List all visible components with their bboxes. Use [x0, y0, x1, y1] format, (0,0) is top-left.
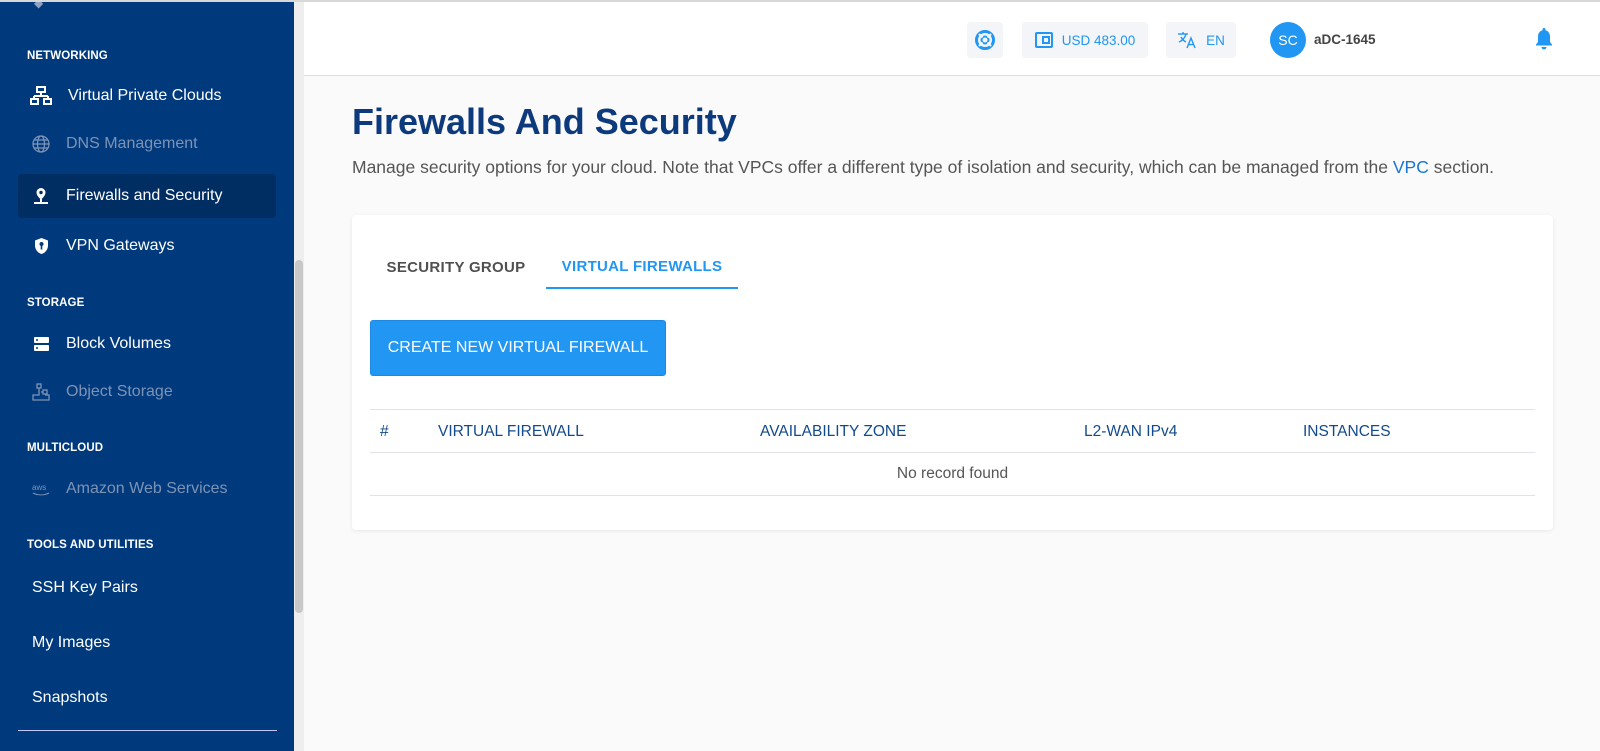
- page-description: Manage security options for your cloud. …: [352, 157, 1494, 178]
- sidebar-item-dns-management[interactable]: DNS Management: [18, 122, 276, 166]
- sidebar-item-my-images[interactable]: My Images: [18, 621, 276, 665]
- storage-icon: [30, 333, 52, 355]
- wallet-icon: [1034, 32, 1053, 48]
- page-title: Firewalls And Security: [352, 101, 737, 142]
- language-label: EN: [1206, 32, 1225, 48]
- wallet-balance: USD 483.00: [1061, 32, 1136, 48]
- sidebar-item-label: Amazon Web Services: [66, 480, 228, 497]
- tab-virtual-firewalls[interactable]: VIRTUAL FIREWALLS: [546, 245, 738, 289]
- description-text: Manage security options for your cloud. …: [352, 157, 1393, 177]
- sidebar-item-vpn-gateways[interactable]: VPN Gateways: [18, 224, 276, 268]
- sidebar-item-amazon-web-services[interactable]: aws Amazon Web Services: [18, 467, 276, 511]
- sidebar-item-label: VPN Gateways: [66, 237, 175, 254]
- username[interactable]: aDC-1645: [1314, 32, 1376, 47]
- network-icon: [30, 85, 52, 107]
- table-header-border: [370, 452, 1535, 453]
- lifebuoy-icon: [975, 30, 995, 50]
- sidebar-divider: [18, 730, 277, 731]
- empty-table-message: No record found: [896, 465, 1009, 482]
- table-top-border: [370, 409, 1535, 410]
- sidebar-item-firewalls-and-security[interactable]: Firewalls and Security: [18, 174, 276, 218]
- sidebar-item-ssh-key-pairs[interactable]: SSH Key Pairs: [18, 566, 276, 610]
- section-label-tools-and-utilities: TOOLS AND UTILITIES: [27, 539, 154, 551]
- section-label-networking: NETWORKING: [27, 50, 108, 62]
- translate-icon: [1177, 31, 1197, 49]
- section-label-multicloud: MULTICLOUD: [27, 442, 104, 454]
- column-header-index: #: [380, 423, 389, 440]
- sidebar-item-object-storage[interactable]: Object Storage: [18, 370, 276, 414]
- sidebar-item-label: Object Storage: [66, 383, 173, 400]
- column-header-virtual-firewall: VIRTUAL FIREWALL: [438, 423, 584, 440]
- sidebar: ◆ NETWORKING Virtual Private Clouds DNS …: [0, 2, 294, 751]
- sidebar-item-label: Block Volumes: [66, 335, 171, 352]
- sidebar-item-virtual-private-clouds[interactable]: Virtual Private Clouds: [18, 74, 276, 118]
- avatar[interactable]: SC: [1270, 22, 1306, 58]
- column-header-instances: INSTANCES: [1303, 423, 1391, 440]
- help-button[interactable]: [967, 22, 1003, 58]
- sidebar-item-label: Snapshots: [32, 689, 108, 706]
- language-button[interactable]: EN: [1166, 22, 1236, 58]
- description-text-end: section.: [1428, 157, 1495, 177]
- top-header: USD 483.00 EN SC aDC-1645: [304, 2, 1600, 76]
- collapsed-item-icon: ◆: [34, 2, 44, 10]
- sidebar-item-snapshots[interactable]: Snapshots: [18, 676, 276, 720]
- vpc-link[interactable]: VPC: [1393, 157, 1429, 177]
- aws-icon: aws: [30, 478, 52, 500]
- notifications-button[interactable]: [1534, 27, 1554, 56]
- wallet-balance-button[interactable]: USD 483.00: [1022, 22, 1148, 58]
- sidebar-item-label: SSH Key Pairs: [32, 579, 138, 596]
- sidebar-item-label: DNS Management: [66, 135, 198, 152]
- sidebar-item-label: Firewalls and Security: [66, 187, 223, 204]
- column-header-l2-wan-ipv4: L2-WAN IPv4: [1084, 423, 1178, 440]
- column-header-availability-zone: AVAILABILITY ZONE: [760, 423, 907, 440]
- firewalls-card: SECURITY GROUP VIRTUAL FIREWALLS CREATE …: [352, 215, 1553, 530]
- sidebar-item-label: My Images: [32, 634, 111, 651]
- sidebar-scrollbar-thumb[interactable]: [295, 260, 303, 613]
- section-label-storage: STORAGE: [27, 297, 85, 309]
- create-virtual-firewall-button[interactable]: CREATE NEW VIRTUAL FIREWALL: [370, 320, 666, 376]
- table-bottom-border: [370, 495, 1535, 496]
- object-storage-icon: [30, 381, 52, 403]
- sidebar-item-label: Virtual Private Clouds: [68, 87, 222, 104]
- bell-icon: [1534, 28, 1554, 55]
- location-pin-icon: [30, 185, 52, 207]
- sidebar-item-block-volumes[interactable]: Block Volumes: [18, 322, 276, 366]
- shield-key-icon: [30, 235, 52, 257]
- svg-text:aws: aws: [32, 483, 46, 492]
- tab-security-group[interactable]: SECURITY GROUP: [370, 245, 542, 289]
- globe-icon: [30, 133, 52, 155]
